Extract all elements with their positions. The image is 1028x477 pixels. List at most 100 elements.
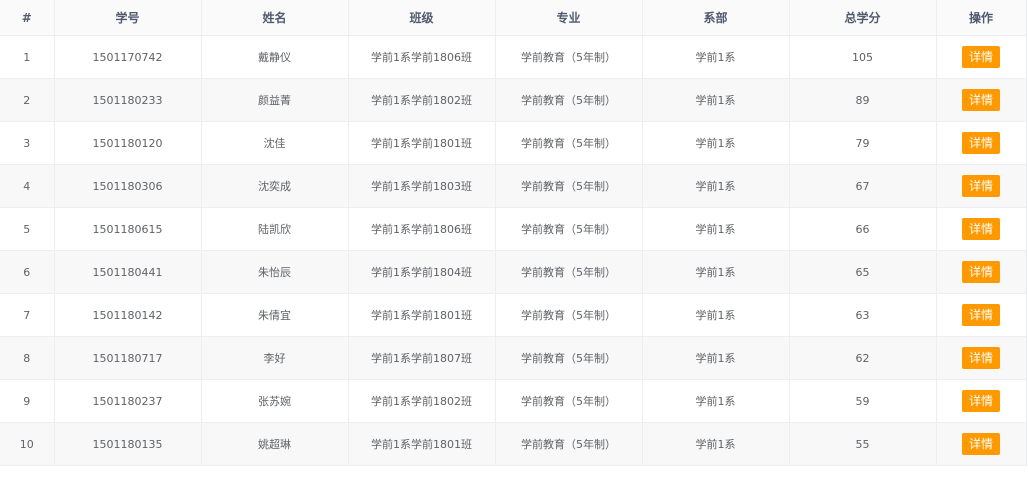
- cell-name: 朱倩宜: [201, 293, 349, 337]
- header-total-credits: 总学分: [789, 0, 937, 36]
- cell-action: 详情: [936, 164, 1027, 208]
- header-name: 姓名: [201, 0, 349, 36]
- cell-class: 学前1系学前1806班: [348, 207, 496, 251]
- cell-student-id: 1501170742: [54, 35, 202, 79]
- cell-major: 学前教育（5年制）: [495, 250, 643, 294]
- table-row: 9 1501180237 张苏婉 学前1系学前1802班 学前教育（5年制） 学前1系 59…: [0, 379, 1027, 423]
- cell-class: 学前1系学前1806班: [348, 35, 496, 79]
- header-major: 专业: [495, 0, 643, 36]
- cell-total-credits: 59: [789, 379, 937, 423]
- header-row: # 学号 姓名 班级 专业 系部 总学分 操作: [0, 0, 1027, 36]
- cell-department: 学前1系: [642, 336, 790, 380]
- detail-button[interactable]: 详情: [961, 390, 1000, 412]
- cell-student-id: 1501180306: [54, 164, 202, 208]
- cell-name: 朱怡辰: [201, 250, 349, 294]
- cell-student-id: 1501180135: [54, 422, 202, 466]
- cell-action: 详情: [936, 78, 1027, 122]
- detail-button[interactable]: 详情: [961, 261, 1000, 283]
- table-row: 10 1501180135 姚超琳 学前1系学前1801班 学前教育（5年制） 学前1系 5…: [0, 422, 1027, 466]
- cell-name: 姚超琳: [201, 422, 349, 466]
- credits-table-container: # 学号 姓名 班级 专业 系部 总学分 操作 1 1501170742 戴静仪 学前…: [0, 0, 1027, 466]
- cell-major: 学前教育（5年制）: [495, 164, 643, 208]
- cell-index: 8: [0, 336, 55, 380]
- cell-index: 3: [0, 121, 55, 165]
- cell-action: 详情: [936, 250, 1027, 294]
- cell-department: 学前1系: [642, 207, 790, 251]
- cell-student-id: 1501180142: [54, 293, 202, 337]
- table-row: 3 1501180120 沈佳 学前1系学前1801班 学前教育（5年制） 学前1系 79 详…: [0, 121, 1027, 165]
- cell-major: 学前教育（5年制）: [495, 336, 643, 380]
- cell-class: 学前1系学前1807班: [348, 336, 496, 380]
- cell-class: 学前1系学前1802班: [348, 379, 496, 423]
- table-row: 5 1501180615 陆凯欣 学前1系学前1806班 学前教育（5年制） 学前1系 66…: [0, 207, 1027, 251]
- cell-department: 学前1系: [642, 293, 790, 337]
- cell-total-credits: 105: [789, 35, 937, 79]
- cell-student-id: 1501180615: [54, 207, 202, 251]
- cell-total-credits: 67: [789, 164, 937, 208]
- cell-name: 颜益菁: [201, 78, 349, 122]
- table-row: 1 1501170742 戴静仪 学前1系学前1806班 学前教育（5年制） 学前1系 10…: [0, 35, 1027, 79]
- table-row: 6 1501180441 朱怡辰 学前1系学前1804班 学前教育（5年制） 学前1系 65…: [0, 250, 1027, 294]
- cell-class: 学前1系学前1801班: [348, 121, 496, 165]
- cell-department: 学前1系: [642, 379, 790, 423]
- cell-student-id: 1501180233: [54, 78, 202, 122]
- cell-student-id: 1501180120: [54, 121, 202, 165]
- cell-department: 学前1系: [642, 422, 790, 466]
- cell-major: 学前教育（5年制）: [495, 293, 643, 337]
- cell-student-id: 1501180441: [54, 250, 202, 294]
- cell-action: 详情: [936, 35, 1027, 79]
- detail-button[interactable]: 详情: [961, 132, 1000, 154]
- cell-class: 学前1系学前1802班: [348, 78, 496, 122]
- cell-name: 陆凯欣: [201, 207, 349, 251]
- detail-button[interactable]: 详情: [961, 304, 1000, 326]
- cell-student-id: 1501180237: [54, 379, 202, 423]
- cell-action: 详情: [936, 336, 1027, 380]
- cell-name: 张苏婉: [201, 379, 349, 423]
- cell-total-credits: 66: [789, 207, 937, 251]
- credits-table: # 学号 姓名 班级 专业 系部 总学分 操作 1 1501170742 戴静仪 学前…: [0, 0, 1027, 466]
- cell-department: 学前1系: [642, 121, 790, 165]
- detail-button[interactable]: 详情: [961, 175, 1000, 197]
- detail-button[interactable]: 详情: [961, 89, 1000, 111]
- cell-major: 学前教育（5年制）: [495, 35, 643, 79]
- header-class: 班级: [348, 0, 496, 36]
- cell-name: 沈奕成: [201, 164, 349, 208]
- cell-index: 9: [0, 379, 55, 423]
- cell-index: 1: [0, 35, 55, 79]
- cell-name: 戴静仪: [201, 35, 349, 79]
- table-row: 4 1501180306 沈奕成 学前1系学前1803班 学前教育（5年制） 学前1系 67…: [0, 164, 1027, 208]
- cell-index: 5: [0, 207, 55, 251]
- cell-total-credits: 63: [789, 293, 937, 337]
- cell-action: 详情: [936, 121, 1027, 165]
- cell-department: 学前1系: [642, 250, 790, 294]
- cell-student-id: 1501180717: [54, 336, 202, 380]
- header-index: #: [0, 0, 55, 36]
- detail-button[interactable]: 详情: [961, 46, 1000, 68]
- cell-major: 学前教育（5年制）: [495, 379, 643, 423]
- cell-index: 7: [0, 293, 55, 337]
- table-row: 7 1501180142 朱倩宜 学前1系学前1801班 学前教育（5年制） 学前1系 63…: [0, 293, 1027, 337]
- header-department: 系部: [642, 0, 790, 36]
- cell-index: 6: [0, 250, 55, 294]
- cell-index: 10: [0, 422, 55, 466]
- detail-button[interactable]: 详情: [961, 433, 1000, 455]
- cell-index: 4: [0, 164, 55, 208]
- cell-department: 学前1系: [642, 78, 790, 122]
- cell-action: 详情: [936, 207, 1027, 251]
- cell-total-credits: 55: [789, 422, 937, 466]
- cell-action: 详情: [936, 422, 1027, 466]
- cell-department: 学前1系: [642, 164, 790, 208]
- detail-button[interactable]: 详情: [961, 218, 1000, 240]
- cell-action: 详情: [936, 293, 1027, 337]
- cell-class: 学前1系学前1804班: [348, 250, 496, 294]
- cell-name: 沈佳: [201, 121, 349, 165]
- cell-action: 详情: [936, 379, 1027, 423]
- cell-major: 学前教育（5年制）: [495, 207, 643, 251]
- cell-major: 学前教育（5年制）: [495, 121, 643, 165]
- table-body: 1 1501170742 戴静仪 学前1系学前1806班 学前教育（5年制） 学前1系 10…: [0, 35, 1027, 466]
- table-header: # 学号 姓名 班级 专业 系部 总学分 操作: [0, 0, 1027, 36]
- detail-button[interactable]: 详情: [961, 347, 1000, 369]
- header-student-id: 学号: [54, 0, 202, 36]
- cell-major: 学前教育（5年制）: [495, 422, 643, 466]
- table-row: 8 1501180717 李好 学前1系学前1807班 学前教育（5年制） 学前1系 62 详…: [0, 336, 1027, 380]
